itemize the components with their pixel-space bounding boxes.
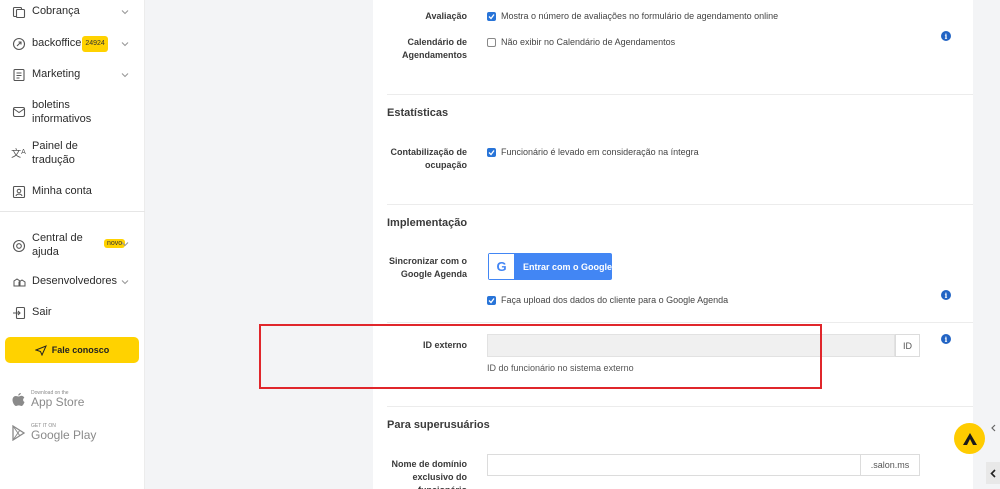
contact-button-label: Fale conosco xyxy=(51,345,110,355)
billing-icon xyxy=(11,4,26,19)
chevron-down-icon xyxy=(121,242,129,247)
translate-icon: 文A xyxy=(11,149,26,160)
sidebar-item-label: Sair xyxy=(32,306,52,318)
app-store-big: App Store xyxy=(31,395,85,409)
developers-icon xyxy=(11,274,26,289)
sidebar-divider xyxy=(0,211,145,212)
google-upload-checkbox-label: Faça upload dos dados do cliente para o … xyxy=(501,295,729,305)
sidebar-item-label: Central de ajuda xyxy=(32,232,83,258)
google-play-badge[interactable]: GET IT ON Google Play xyxy=(11,423,96,442)
sidebar-item-label: Desenvolvedores xyxy=(32,275,117,287)
sidebar-item-label: Painel de tradução xyxy=(32,140,78,166)
google-logo-icon: G xyxy=(489,254,514,279)
info-icon[interactable]: i xyxy=(941,290,951,300)
info-icon[interactable]: i xyxy=(941,31,951,41)
checkbox-checked-icon[interactable] xyxy=(487,11,496,21)
assistant-logo-icon xyxy=(962,432,977,445)
sidebar-item-label: backoffice xyxy=(32,37,82,49)
collapse-arrow-icon[interactable] xyxy=(986,418,1000,438)
google-signin-button[interactable]: G Entrar com o Google xyxy=(488,253,612,280)
google-upload-checkbox[interactable]: Faça upload dos dados do cliente para o … xyxy=(487,295,728,305)
send-icon xyxy=(34,344,47,356)
sidebar-item-label: Cobrança xyxy=(32,5,80,17)
account-icon xyxy=(11,184,26,199)
settings-card: Avaliação Mostra o número de avaliações … xyxy=(373,0,973,489)
logout-icon xyxy=(11,305,26,320)
calendario-checkbox[interactable]: Não exibir no Calendário de Agendamentos xyxy=(487,37,675,47)
chevron-down-icon xyxy=(121,280,129,285)
domain-label: Nome de domínio exclusivo do funcionário xyxy=(391,459,467,489)
app-store-badge[interactable]: Download on the App Store xyxy=(11,390,84,409)
divider xyxy=(387,406,973,407)
backoffice-icon xyxy=(11,36,26,51)
avaliacao-checkbox-label: Mostra o número de avaliações no formulá… xyxy=(501,11,779,21)
chevron-down-icon xyxy=(121,10,129,15)
assistant-button[interactable] xyxy=(954,423,985,454)
calendario-label: Calendário de Agendamentos xyxy=(401,37,467,60)
apple-icon xyxy=(12,392,25,406)
divider xyxy=(387,94,973,95)
chevron-down-icon xyxy=(121,73,129,78)
ocupacao-checkbox-label: Funcionário é levado em consideração na … xyxy=(501,147,699,157)
section-title-superusuarios: Para superusuários xyxy=(387,419,490,431)
mail-icon xyxy=(11,104,26,119)
id-externo-suffix: ID xyxy=(895,334,920,357)
play-store-icon xyxy=(12,424,26,441)
ocupacao-checkbox[interactable]: Funcionário é levado em consideração na … xyxy=(487,147,699,157)
sidebar-item-label: Marketing xyxy=(32,68,81,80)
divider xyxy=(387,322,973,323)
section-title-estatisticas: Estatísticas xyxy=(387,107,449,119)
domain-input[interactable] xyxy=(487,454,861,476)
lifebuoy-icon xyxy=(11,238,26,253)
calendario-checkbox-label: Não exibir no Calendário de Agendamentos xyxy=(501,37,676,47)
sidebar-item-label: boletins informativos xyxy=(32,99,92,125)
chevron-left-icon[interactable] xyxy=(986,462,1000,484)
highlight-annotation xyxy=(259,324,822,389)
sidebar-item-label: Minha conta xyxy=(32,185,92,197)
google-signin-label: Entrar com o Google xyxy=(523,261,613,272)
main-area: Avaliação Mostra o número de avaliações … xyxy=(145,0,1000,489)
marketing-icon xyxy=(11,67,26,82)
google-play-big: Google Play xyxy=(31,428,97,442)
checkbox-checked-icon[interactable] xyxy=(487,295,496,305)
avaliacao-label: Avaliação xyxy=(425,11,467,21)
google-sync-label: Sincronizar com o Google Agenda xyxy=(388,256,467,279)
sidebar: Cobrança backoffice 24924 Marketing bolet… xyxy=(0,0,145,489)
ocupacao-label: Contabilização de ocupação xyxy=(390,147,467,170)
checkbox-unchecked-icon[interactable] xyxy=(487,37,496,47)
contact-button[interactable]: Fale conosco xyxy=(5,337,139,363)
domain-suffix: .salon.ms xyxy=(860,454,920,476)
avaliacao-checkbox[interactable]: Mostra o número de avaliações no formulá… xyxy=(487,11,778,21)
divider xyxy=(387,204,973,205)
section-title-implementacao: Implementação xyxy=(387,217,468,229)
chevron-down-icon xyxy=(121,42,129,47)
info-icon[interactable]: i xyxy=(941,334,951,344)
count-badge: 24924 xyxy=(82,36,108,52)
checkbox-checked-icon[interactable] xyxy=(487,147,496,157)
